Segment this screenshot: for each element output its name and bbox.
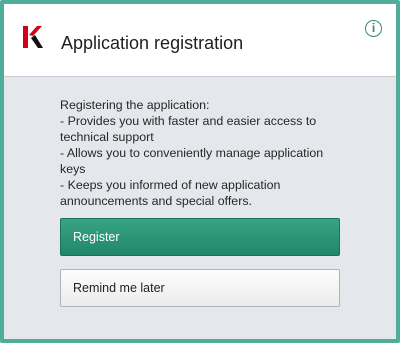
registration-dialog: Application registration i Registering t… [0, 0, 400, 343]
remind-me-later-button[interactable]: Remind me later [60, 269, 340, 307]
dialog-header: Application registration i [4, 4, 396, 77]
description-line: - Allows you to conveniently manage appl… [60, 146, 324, 176]
description-line: - Provides you with faster and easier ac… [60, 114, 317, 144]
registration-description: Registering the application: - Provides … [60, 97, 342, 209]
description-line: - Keeps you informed of new application … [60, 178, 281, 208]
description-line: Registering the application: [60, 98, 210, 112]
kaspersky-logo-icon [23, 26, 43, 48]
register-button[interactable]: Register [60, 218, 340, 256]
info-icon[interactable]: i [365, 20, 382, 37]
dialog-title: Application registration [61, 33, 244, 53]
